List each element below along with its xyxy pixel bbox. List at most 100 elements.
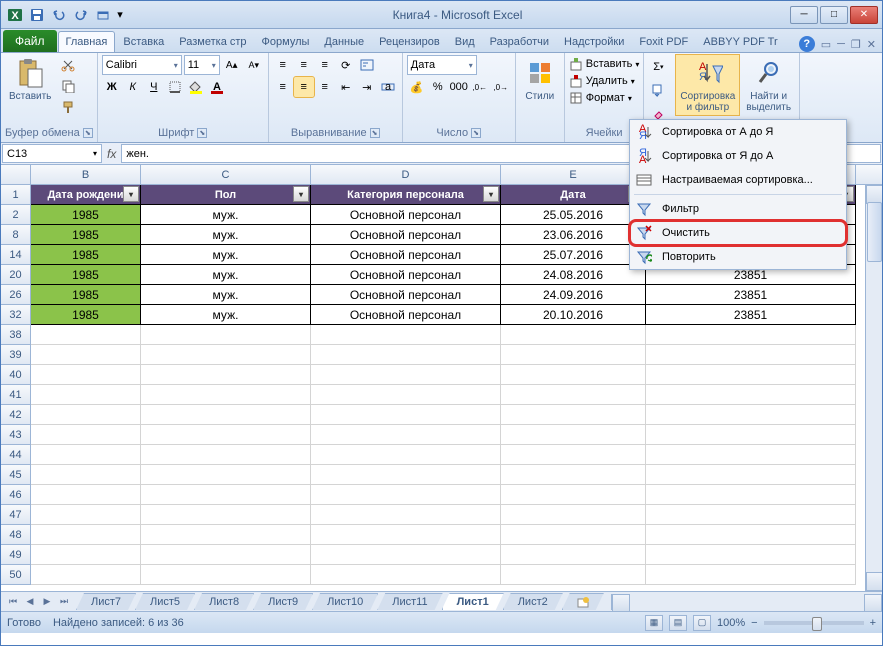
cell[interactable]	[501, 485, 646, 505]
zoom-in-icon[interactable]: +	[870, 617, 876, 629]
increase-indent-icon[interactable]: ⇥	[357, 77, 377, 97]
row-header[interactable]: 20	[1, 265, 31, 285]
ribbon-tab-review[interactable]: Рецензиров	[372, 32, 447, 52]
cell[interactable]: 1985	[31, 265, 141, 285]
cut-icon[interactable]	[58, 55, 78, 75]
cell[interactable]	[31, 465, 141, 485]
cell[interactable]	[141, 365, 311, 385]
cell[interactable]: 24.08.2016	[501, 265, 646, 285]
copy-icon[interactable]	[58, 76, 78, 96]
row-header[interactable]: 44	[1, 445, 31, 465]
row-header[interactable]: 47	[1, 505, 31, 525]
cell[interactable]	[31, 485, 141, 505]
cell[interactable]: муж.	[141, 305, 311, 325]
cell[interactable]: Основной персонал	[311, 245, 501, 265]
percent-icon[interactable]: %	[428, 77, 448, 97]
table-header-cell[interactable]: Дата рождени▾	[31, 185, 141, 205]
fill-color-icon[interactable]	[186, 77, 206, 97]
view-layout-icon[interactable]: ▤	[669, 615, 687, 631]
cell[interactable]: муж.	[141, 225, 311, 245]
ribbon-tab-abbyy[interactable]: ABBYY PDF Tr	[696, 32, 784, 52]
cell[interactable]	[501, 325, 646, 345]
ribbon-minimize-icon[interactable]: ▭	[821, 38, 831, 51]
wrap-text-icon[interactable]	[357, 55, 377, 75]
cell[interactable]	[311, 385, 501, 405]
cell[interactable]	[141, 325, 311, 345]
cell[interactable]	[646, 545, 856, 565]
horizontal-scrollbar[interactable]	[611, 594, 882, 610]
col-header-d[interactable]: D	[311, 165, 501, 184]
cell[interactable]: Основной персонал	[311, 265, 501, 285]
cell[interactable]	[141, 505, 311, 525]
cell[interactable]	[311, 405, 501, 425]
font-launcher[interactable]: ⬊	[197, 128, 207, 138]
cell[interactable]	[31, 385, 141, 405]
cell[interactable]	[141, 565, 311, 585]
bold-icon[interactable]: Ж	[102, 77, 122, 97]
sort-filter-button[interactable]: АЯ Сортировка и фильтр	[676, 55, 739, 115]
cell[interactable]	[646, 345, 856, 365]
cell[interactable]: 24.09.2016	[501, 285, 646, 305]
number-launcher[interactable]: ⬊	[471, 128, 481, 138]
row-header[interactable]: 1	[1, 185, 31, 205]
cell[interactable]	[646, 525, 856, 545]
ribbon-tab-pagelayout[interactable]: Разметка стр	[172, 32, 253, 52]
ribbon-tab-data[interactable]: Данные	[317, 32, 371, 52]
cell[interactable]	[501, 385, 646, 405]
cell[interactable]: 25.07.2016	[501, 245, 646, 265]
workbook-minimize-icon[interactable]: ─	[837, 38, 845, 50]
cell[interactable]	[31, 545, 141, 565]
cell[interactable]: 23851	[646, 285, 856, 305]
ribbon-tab-addins[interactable]: Надстройки	[557, 32, 631, 52]
dd-custom-sort[interactable]: Настраиваемая сортировка...	[630, 168, 846, 192]
cell[interactable]	[646, 325, 856, 345]
cell[interactable]	[311, 365, 501, 385]
merge-icon[interactable]: a	[378, 77, 398, 97]
cell[interactable]: 20.10.2016	[501, 305, 646, 325]
cell[interactable]: Основной персонал	[311, 285, 501, 305]
align-middle-icon[interactable]: ≡	[294, 55, 314, 75]
cell[interactable]	[646, 425, 856, 445]
cell[interactable]	[311, 565, 501, 585]
vertical-scrollbar[interactable]	[865, 185, 882, 591]
dd-filter[interactable]: Фильтр	[630, 197, 846, 221]
insert-cells-button[interactable]: Вставить▾	[569, 57, 640, 71]
orientation-icon[interactable]: ⟳	[336, 55, 356, 75]
zoom-slider[interactable]	[764, 621, 864, 625]
close-button[interactable]: ✕	[850, 6, 878, 24]
cell[interactable]	[501, 365, 646, 385]
sheet-tab[interactable]: Лист11	[377, 593, 442, 610]
currency-icon[interactable]: 💰	[407, 77, 427, 97]
row-header[interactable]: 41	[1, 385, 31, 405]
dd-sort-za[interactable]: ЯА Сортировка от Я до А	[630, 144, 846, 168]
clipboard-launcher[interactable]: ⬊	[83, 128, 93, 138]
cell[interactable]	[501, 445, 646, 465]
cell[interactable]: муж.	[141, 285, 311, 305]
row-header[interactable]: 26	[1, 285, 31, 305]
ribbon-tab-developer[interactable]: Разработчи	[483, 32, 556, 52]
fx-icon[interactable]: fx	[107, 147, 116, 161]
save-icon[interactable]	[27, 5, 47, 25]
cell[interactable]	[311, 445, 501, 465]
view-normal-icon[interactable]: ▦	[645, 615, 663, 631]
italic-icon[interactable]: К	[123, 77, 143, 97]
row-header[interactable]: 45	[1, 465, 31, 485]
ribbon-tab-foxit[interactable]: Foxit PDF	[632, 32, 695, 52]
row-header[interactable]: 32	[1, 305, 31, 325]
cell[interactable]	[141, 385, 311, 405]
row-header[interactable]: 42	[1, 405, 31, 425]
sheet-prev-icon[interactable]: ◀	[22, 594, 38, 610]
sheet-next-icon[interactable]: ▶	[39, 594, 55, 610]
cell[interactable]	[501, 405, 646, 425]
filter-dropdown-icon[interactable]: ▾	[123, 186, 139, 202]
find-select-button[interactable]: Найти и выделить	[742, 55, 795, 115]
qat-more-icon[interactable]	[93, 5, 113, 25]
ribbon-tab-home[interactable]: Главная	[58, 31, 116, 52]
decrease-indent-icon[interactable]: ⇤	[336, 77, 356, 97]
cell[interactable]	[141, 485, 311, 505]
cell[interactable]	[31, 325, 141, 345]
cell[interactable]	[646, 565, 856, 585]
sheet-tab[interactable]: Лист10	[312, 593, 378, 610]
row-header[interactable]: 14	[1, 245, 31, 265]
cell[interactable]	[311, 345, 501, 365]
